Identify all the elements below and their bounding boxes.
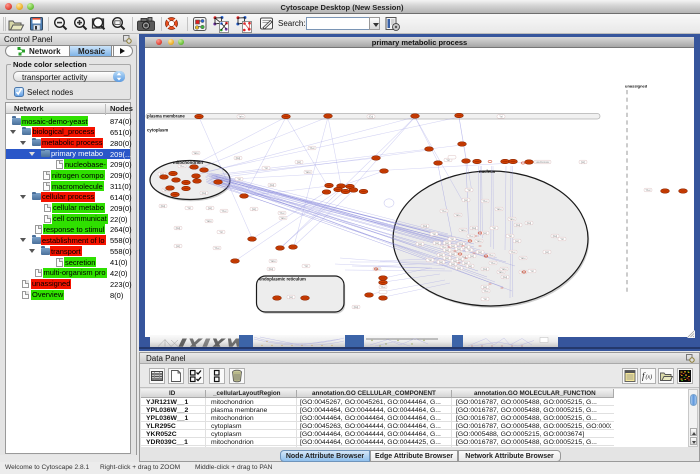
svg-text:Yb-x: Yb-x	[521, 271, 527, 274]
svg-text:Yal-x: Yal-x	[374, 268, 380, 271]
svg-text:[xx]: [xx]	[457, 248, 461, 251]
svg-text:[Gx]: [Gx]	[472, 227, 477, 230]
svg-text:Yxl: Yxl	[483, 298, 487, 301]
svg-text:Yal-x: Yal-x	[509, 218, 515, 221]
svg-text:Yxl: Yxl	[530, 270, 534, 273]
svg-text:Yb-x: Yb-x	[511, 251, 517, 254]
svg-text:[xx]: [xx]	[176, 245, 180, 248]
svg-text:Yb-x: Yb-x	[469, 235, 475, 238]
svg-text:mitochondrion: mitochondrion	[173, 160, 203, 165]
svg-text:[xx]: [xx]	[483, 232, 487, 235]
svg-text:[Gx]: [Gx]	[354, 306, 359, 309]
svg-text:[Gx]: [Gx]	[369, 116, 374, 119]
svg-text:Yal-x: Yal-x	[206, 220, 212, 223]
svg-text:[Gx]: [Gx]	[176, 227, 181, 230]
svg-text:Yb-x: Yb-x	[483, 200, 489, 203]
svg-text:Yxl: Yxl	[450, 238, 454, 241]
svg-text:Yxl: Yxl	[467, 249, 471, 252]
svg-text:[xx]: [xx]	[445, 249, 449, 252]
svg-text:Yxl: Yxl	[428, 259, 432, 262]
svg-text:[xx]: [xx]	[470, 255, 474, 258]
svg-text:(x): (x)	[646, 374, 653, 381]
svg-text:endoplasmic reticulum: endoplasmic reticulum	[259, 277, 306, 282]
svg-text:Yxl: Yxl	[560, 238, 564, 241]
svg-text:Yal-x: Yal-x	[496, 208, 502, 211]
svg-text:Yb-x: Yb-x	[442, 210, 448, 213]
svg-text:[Gx]: [Gx]	[527, 222, 532, 225]
svg-text:[Gx]: [Gx]	[423, 225, 428, 228]
svg-text:[Gx]: [Gx]	[236, 157, 241, 160]
svg-text:Yxl: Yxl	[492, 227, 496, 230]
svg-text:Yb-x: Yb-x	[484, 290, 490, 293]
svg-text:Yal-x: Yal-x	[498, 271, 504, 274]
svg-text:Yxl: Yxl	[264, 167, 268, 170]
svg-text:Yal-x: Yal-x	[270, 260, 276, 263]
svg-text:[xx]: [xx]	[483, 286, 487, 289]
svg-text:[xx]: [xx]	[445, 257, 449, 260]
svg-text:Yb-x: Yb-x	[646, 189, 652, 192]
svg-text:unassigned: unassigned	[625, 84, 648, 89]
svg-text:Yal-x: Yal-x	[238, 116, 244, 119]
svg-text:[xx]: [xx]	[581, 161, 585, 164]
svg-text:[xx]: [xx]	[439, 261, 443, 264]
svg-text:Yxl: Yxl	[446, 159, 450, 162]
svg-text:Yal-x: Yal-x	[460, 229, 466, 232]
svg-text:Yb-x: Yb-x	[381, 286, 387, 289]
svg-text:[Gx]: [Gx]	[553, 235, 558, 238]
svg-text:Yb-x: Yb-x	[489, 254, 495, 257]
svg-text:Yal-x: Yal-x	[501, 268, 507, 271]
svg-text:Yal-x: Yal-x	[305, 171, 311, 174]
svg-text:[xx]: [xx]	[252, 208, 256, 211]
svg-text:[Gx]: [Gx]	[503, 276, 508, 279]
svg-text:[xx]: [xx]	[451, 253, 455, 256]
svg-text:[Gx]: [Gx]	[202, 192, 207, 195]
svg-text:[xx]: [xx]	[297, 161, 301, 164]
svg-text:Yxl: Yxl	[467, 189, 471, 192]
svg-text:Yb-x: Yb-x	[180, 165, 186, 168]
svg-text:Yal-x: Yal-x	[520, 257, 526, 260]
svg-text:Yal-x: Yal-x	[193, 152, 199, 155]
svg-text:[xx]: [xx]	[451, 263, 455, 266]
svg-text:[xx]: [xx]	[468, 265, 472, 268]
svg-text:Yxl: Yxl	[219, 231, 223, 234]
svg-text:Yb-x: Yb-x	[280, 212, 286, 215]
svg-text:Yal-x: Yal-x	[476, 240, 482, 243]
svg-text:Yal-x: Yal-x	[280, 217, 286, 220]
svg-text:[xx]: [xx]	[464, 246, 468, 249]
svg-text:Yxl: Yxl	[508, 235, 512, 238]
svg-text:[xx]: [xx]	[418, 243, 422, 246]
svg-text:plasma membrane: plasma membrane	[147, 114, 185, 119]
svg-text:[xx]: [xx]	[458, 258, 462, 261]
svg-text:[Gx]: [Gx]	[270, 184, 275, 187]
svg-text:cytoplasm: cytoplasm	[147, 128, 168, 133]
svg-text:[xx]: [xx]	[445, 242, 449, 245]
svg-text:[Gx]: [Gx]	[483, 268, 488, 271]
svg-text:[xx]: [xx]	[457, 267, 461, 270]
svg-text:[xx]: [xx]	[289, 296, 293, 299]
svg-text:Yxl: Yxl	[304, 265, 308, 268]
svg-text:Yxl: Yxl	[187, 207, 191, 210]
svg-text:Yxl: Yxl	[237, 178, 241, 181]
svg-text:[Gx]: [Gx]	[269, 268, 274, 271]
svg-text:[xx]: [xx]	[451, 245, 455, 248]
svg-text:[xx]: [xx]	[515, 240, 519, 243]
svg-text:Yxl: Yxl	[432, 233, 436, 236]
svg-text:[xx]: [xx]	[435, 242, 439, 245]
svg-text:Yal-x: Yal-x	[455, 214, 461, 217]
svg-text:[Gx]: [Gx]	[161, 205, 166, 208]
svg-text:[xx]: [xx]	[208, 207, 212, 210]
svg-text:[xx]: [xx]	[545, 251, 549, 254]
svg-text:nucleus: nucleus	[479, 169, 496, 174]
svg-text:Yb-x: Yb-x	[491, 262, 497, 265]
svg-text:[xx]: [xx]	[478, 251, 482, 254]
svg-text:Yb-x: Yb-x	[222, 210, 228, 213]
svg-text:xxxxCxxxxxx: xxxxCxxxxxx	[536, 161, 550, 164]
svg-text:[xx]: [xx]	[464, 199, 468, 202]
svg-text:Yxl: Yxl	[499, 116, 503, 119]
svg-text:Yb-x: Yb-x	[310, 147, 316, 150]
svg-text:Yb-x: Yb-x	[215, 247, 221, 250]
svg-text:[Gx]: [Gx]	[516, 224, 521, 227]
svg-text:[xx]: [xx]	[439, 254, 443, 257]
